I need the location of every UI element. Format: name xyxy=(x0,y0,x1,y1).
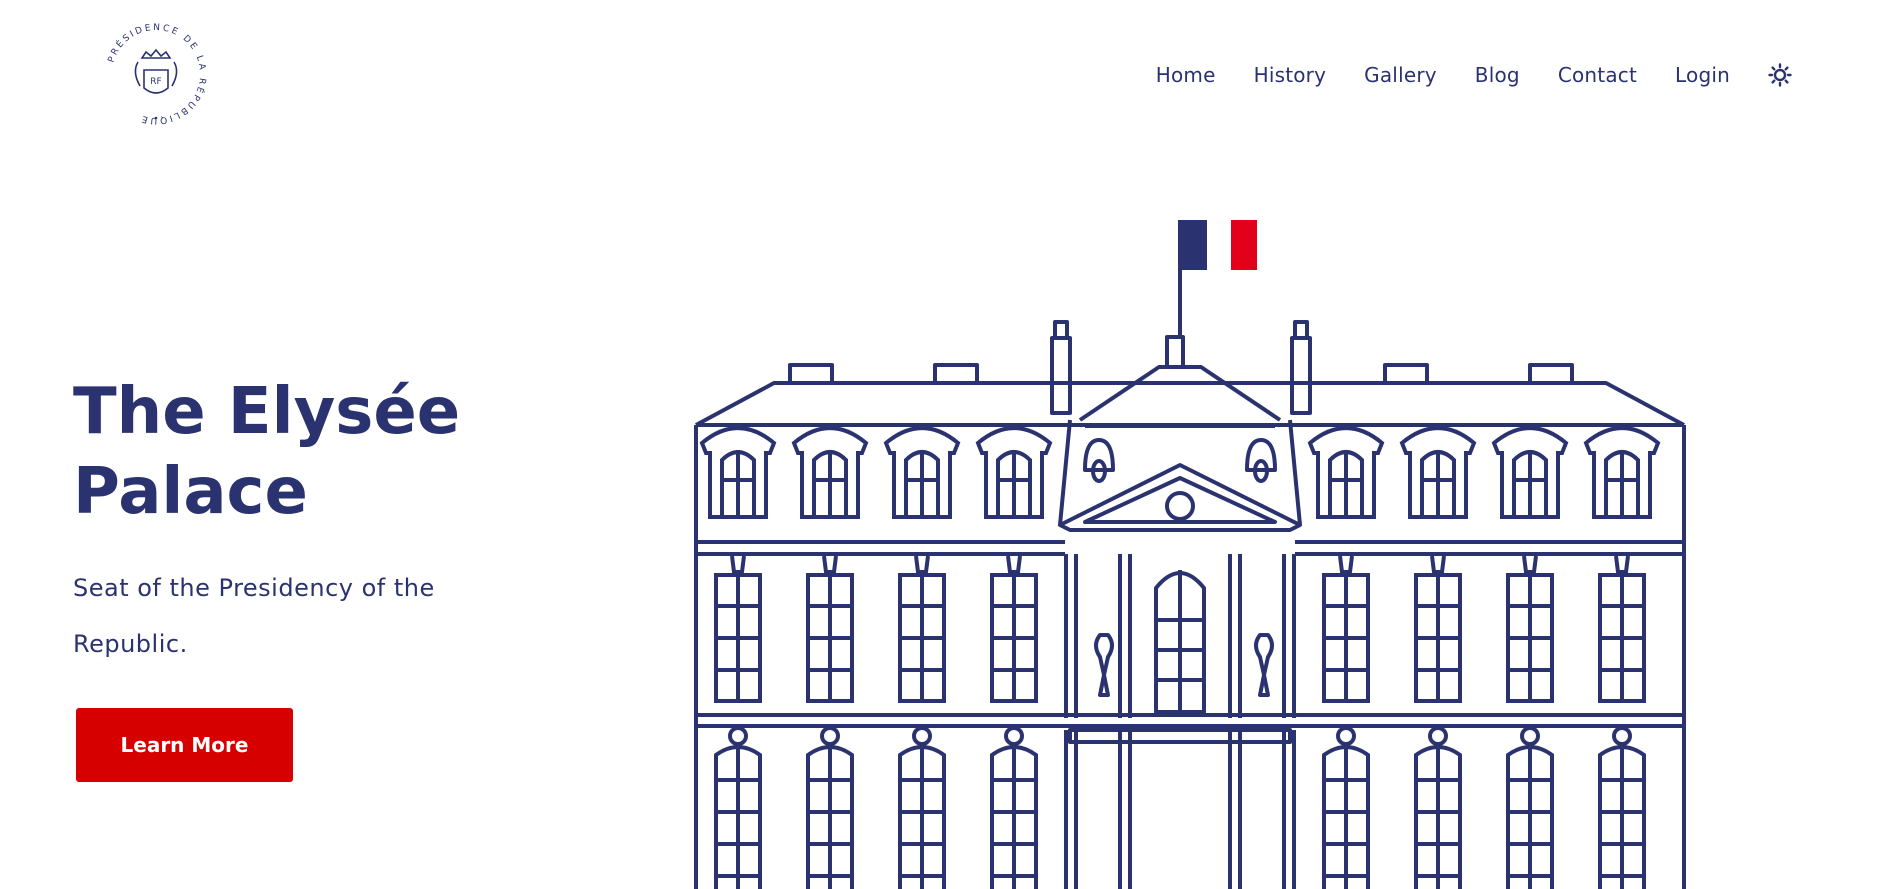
main-nav: Home History Gallery Blog Contact Login xyxy=(1118,60,1792,90)
svg-text:PRÉSIDENCE DE LA RÉPUBLIQUE: PRÉSIDENCE DE LA RÉPUBLIQUE xyxy=(107,23,208,125)
logo-ring-text: PRÉSIDENCE DE LA RÉPUBLIQUE xyxy=(107,23,205,125)
nav-history[interactable]: History xyxy=(1254,63,1327,87)
learn-more-button[interactable]: Learn More xyxy=(76,708,293,782)
logo-monogram: RF xyxy=(150,77,161,87)
presidency-logo[interactable]: PRÉSIDENCE DE LA RÉPUBLIQUE RF xyxy=(96,14,216,134)
nav-contact[interactable]: Contact xyxy=(1558,63,1637,87)
elysee-palace-illustration xyxy=(694,220,1686,889)
nav-login[interactable]: Login xyxy=(1675,63,1730,87)
presidency-seal-icon: PRÉSIDENCE DE LA RÉPUBLIQUE RF xyxy=(107,23,208,125)
sun-icon[interactable] xyxy=(1768,63,1792,87)
nav-home[interactable]: Home xyxy=(1156,63,1216,87)
hero-title: The Elysée Palace xyxy=(73,375,461,529)
nav-gallery[interactable]: Gallery xyxy=(1364,63,1437,87)
nav-blog[interactable]: Blog xyxy=(1475,63,1520,87)
hero-subtitle: Seat of the Presidency of the Republic. xyxy=(73,574,435,658)
